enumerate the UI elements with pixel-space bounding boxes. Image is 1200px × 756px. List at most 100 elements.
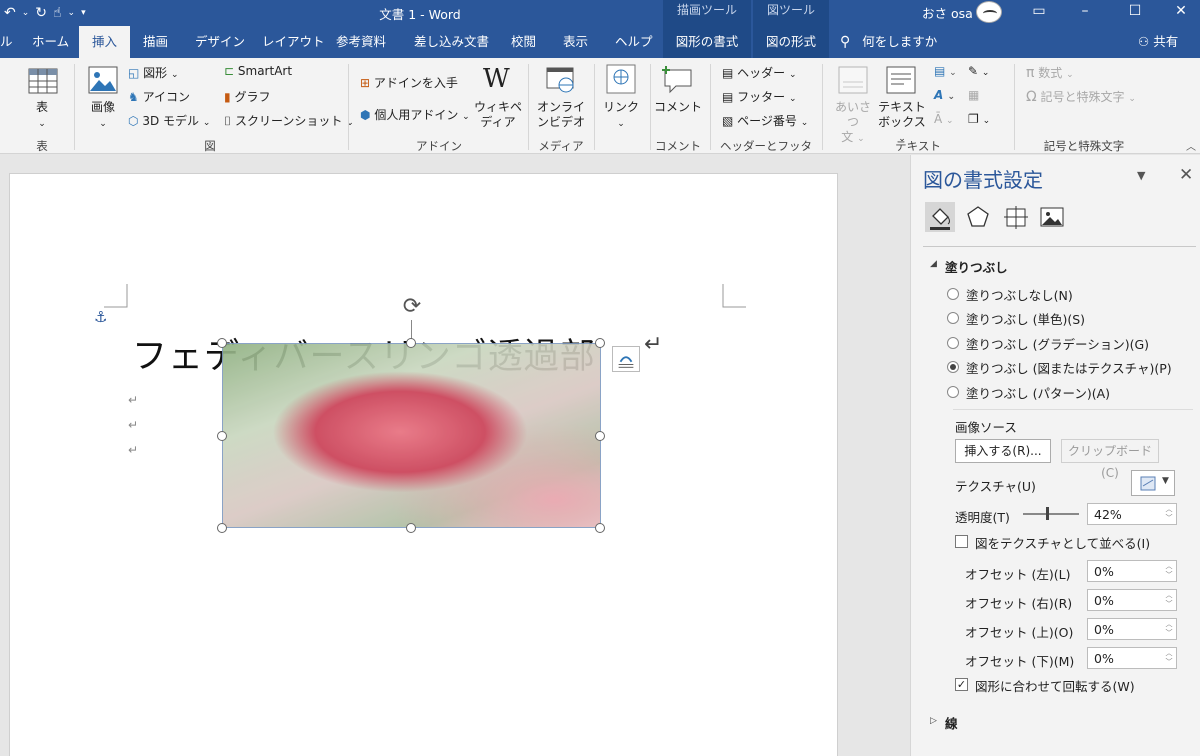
radio-button[interactable]: [947, 337, 959, 349]
object-icon[interactable]: ❐ ⌄: [968, 112, 990, 126]
close-icon[interactable]: ✕: [1158, 0, 1200, 26]
chart-button[interactable]: ▮ グラフ: [224, 88, 270, 105]
link-button[interactable]: リンク ⌄: [602, 100, 640, 132]
equation-button[interactable]: π 数式 ⌄: [1026, 64, 1074, 81]
tile-texture-checkbox[interactable]: [955, 535, 968, 548]
tab-draw[interactable]: 描画: [143, 26, 168, 58]
pane-options-icon[interactable]: ▼: [1137, 169, 1145, 182]
picture-tab-icon[interactable]: [1037, 202, 1067, 232]
transparency-slider[interactable]: [1023, 513, 1079, 515]
redo-icon[interactable]: ↻: [35, 5, 47, 21]
minimize-icon[interactable]: –: [1062, 0, 1108, 26]
shapes-button[interactable]: ◱ 図形 ⌄: [128, 64, 179, 81]
fill-option-solid[interactable]: 塗りつぶし (単色)(S): [947, 309, 1085, 327]
smartart-button[interactable]: ⊏ SmartArt: [224, 64, 292, 78]
tab-mailings[interactable]: 差し込み文書: [414, 26, 489, 58]
fill-option-none[interactable]: 塗りつぶしなし(N): [947, 285, 1073, 303]
layout-size-tab-icon[interactable]: [1001, 202, 1031, 232]
tab-help[interactable]: ヘルプ: [615, 26, 653, 58]
tab-references[interactable]: 参考資料: [336, 26, 386, 58]
symbol-button[interactable]: Ω 記号と特殊文字 ⌄: [1026, 88, 1136, 105]
anchor-icon[interactable]: ⚓: [94, 308, 107, 326]
texture-picker[interactable]: ▼: [1131, 470, 1175, 496]
resize-handle[interactable]: [217, 523, 227, 533]
3d-models-button[interactable]: ⬡ 3D モデル ⌄: [128, 112, 210, 129]
wikipedia-button[interactable]: ウィキペ ディア: [474, 100, 522, 130]
collapse-ribbon-icon[interactable]: ︿: [1186, 138, 1196, 153]
tab-review[interactable]: 校閲: [511, 26, 536, 58]
spinner-arrows-icon[interactable]: ︿ ﹀: [1164, 591, 1174, 609]
line-section-header[interactable]: 線: [945, 713, 958, 732]
pane-close-icon[interactable]: ✕: [1179, 165, 1193, 185]
effects-tab-icon[interactable]: [963, 202, 993, 232]
resize-handle[interactable]: [406, 338, 416, 348]
fill-section-header[interactable]: 塗りつぶし: [945, 257, 1008, 276]
footer-button[interactable]: ▤ フッター ⌄: [722, 88, 797, 105]
fill-option-picture[interactable]: 塗りつぶし (図またはテクスチャ)(P): [947, 358, 1172, 376]
expand-arrow-icon[interactable]: ▷: [930, 716, 937, 726]
collapse-arrow-icon[interactable]: ◢: [930, 259, 937, 269]
undo-icon[interactable]: ↶: [4, 5, 16, 21]
rotate-handle-icon[interactable]: ⟳: [399, 294, 425, 320]
avatar[interactable]: [976, 1, 1002, 23]
radio-button[interactable]: [947, 312, 959, 324]
resize-handle[interactable]: [406, 523, 416, 533]
offset-bottom-input[interactable]: 0% ︿ ﹀: [1087, 647, 1177, 669]
tab-view[interactable]: 表示: [563, 26, 588, 58]
resize-handle[interactable]: [217, 431, 227, 441]
radio-button[interactable]: [947, 386, 959, 398]
signature-line-icon[interactable]: ✎ ⌄: [968, 64, 989, 78]
insert-picture-button[interactable]: 挿入する(R)...: [955, 439, 1051, 463]
greeting-button[interactable]: あいさつ文 ⌄: [830, 100, 876, 147]
quick-parts-icon[interactable]: ▤ ⌄: [934, 64, 957, 78]
resize-handle[interactable]: [595, 431, 605, 441]
resize-handle[interactable]: [595, 338, 605, 348]
online-video-button[interactable]: オンライ ンビデオ: [536, 100, 586, 130]
radio-button-selected[interactable]: [947, 361, 959, 373]
tab-layout[interactable]: レイアウト: [262, 26, 325, 58]
icons-button[interactable]: ♞ アイコン: [128, 88, 190, 105]
layout-options-icon[interactable]: [612, 346, 640, 372]
clipboard-button[interactable]: クリップボード(C): [1061, 439, 1159, 480]
tab-design[interactable]: デザイン: [195, 26, 245, 58]
undo-dropdown-icon[interactable]: ⌄: [22, 8, 30, 18]
resize-handle[interactable]: [217, 338, 227, 348]
apple-picture[interactable]: [222, 343, 601, 528]
fill-option-pattern[interactable]: 塗りつぶし (パターン)(A): [947, 383, 1110, 401]
ribbon-display-icon[interactable]: ▭: [1016, 0, 1062, 26]
screenshot-button[interactable]: ⌷ スクリーンショット ⌄: [224, 112, 354, 129]
spinner-arrows-icon[interactable]: ︿ ﹀: [1164, 620, 1174, 638]
offset-top-input[interactable]: 0% ︿ ﹀: [1087, 618, 1177, 640]
comment-button[interactable]: コメント: [654, 100, 702, 115]
date-time-icon[interactable]: ▦: [968, 88, 979, 102]
tell-me-search[interactable]: ⚲ 何をしますか: [840, 26, 937, 58]
page-number-button[interactable]: ▧ ページ番号 ⌄: [722, 112, 808, 129]
resize-handle[interactable]: [595, 523, 605, 533]
offset-left-input[interactable]: 0% ︿ ﹀: [1087, 560, 1177, 582]
my-addins-button[interactable]: ⬢ 個人用アドイン ⌄: [360, 106, 470, 123]
get-addins-button[interactable]: ⊞ アドインを入手: [360, 74, 458, 91]
header-button[interactable]: ▤ ヘッダー ⌄: [722, 64, 797, 81]
share-button[interactable]: ⚇ 共有: [1138, 26, 1178, 58]
maximize-icon[interactable]: ☐: [1112, 0, 1158, 26]
table-button[interactable]: 表 ⌄: [26, 100, 58, 132]
transparency-input[interactable]: 42% ︿ ﹀: [1087, 503, 1177, 525]
drop-cap-icon[interactable]: Ā ⌄: [934, 112, 954, 126]
spinner-arrows-icon[interactable]: ︿ ﹀: [1164, 562, 1174, 580]
tab-insert[interactable]: 挿入: [79, 26, 130, 58]
image-button[interactable]: 画像 ⌄: [84, 100, 122, 132]
fill-option-gradient[interactable]: 塗りつぶし (グラデーション)(G): [947, 334, 1149, 352]
radio-button[interactable]: [947, 288, 959, 300]
document-page[interactable]: ⚓ フェディバースリンゴ透過部 ↵ ↵ ↵ ↵ ⟳: [9, 173, 838, 756]
spinner-arrows-icon[interactable]: ︿ ﹀: [1164, 649, 1174, 667]
tab-home[interactable]: ホーム: [32, 26, 69, 58]
tab-file[interactable]: ル: [0, 26, 13, 58]
offset-right-input[interactable]: 0% ︿ ﹀: [1087, 589, 1177, 611]
fill-line-tab-icon[interactable]: [925, 202, 955, 232]
transparency-slider-thumb[interactable]: [1045, 507, 1049, 520]
user-name[interactable]: おさ osa: [922, 3, 973, 22]
tab-picture-format[interactable]: 図の形式: [753, 26, 829, 58]
touch-mode-icon[interactable]: ☝: [53, 5, 62, 21]
tab-shape-format[interactable]: 図形の書式: [663, 26, 751, 58]
touch-dropdown-icon[interactable]: ⌄: [68, 8, 76, 18]
